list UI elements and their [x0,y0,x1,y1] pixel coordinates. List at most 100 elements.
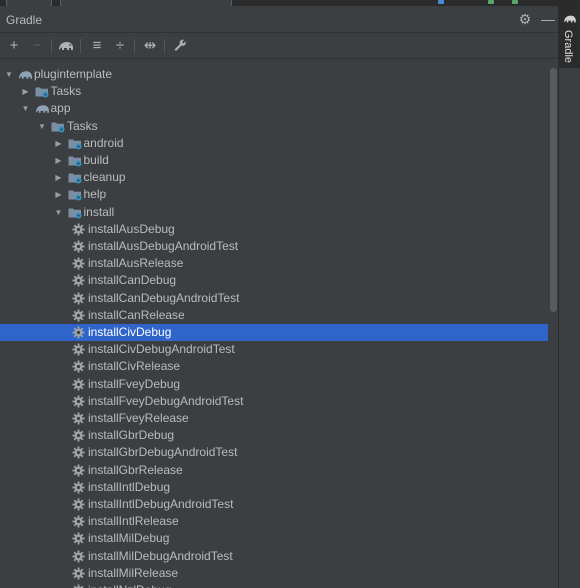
task-gear-icon [72,548,88,565]
expanded-arrow-icon[interactable]: ▼ [4,66,14,83]
tree-node-label: installCivDebugAndroidTest [88,342,235,357]
task-gear-icon [72,565,88,582]
task-item[interactable]: installCivDebugAndroidTest [0,341,548,358]
gradle-tool-window: Gradle ⚙ — + − ≡ ÷ ⇹ ▼ plugintemplate ▶ Tas… [0,6,558,588]
gradle-elephant-icon[interactable] [57,37,75,55]
tree-node-app[interactable]: ▼ app [0,100,548,117]
toolbar-separator [51,39,52,53]
tree-node-label: android [83,135,124,150]
side-tab-label: Gradle [562,30,574,64]
task-item-selected[interactable]: installCivDebug [0,324,548,341]
tree-node-label: installAusRelease [88,256,184,271]
gear-icon[interactable]: ⚙ [517,11,533,27]
expanded-arrow-icon[interactable]: ▼ [21,100,31,117]
add-project-button[interactable]: + [5,37,23,55]
tree-node-label: installMilDebugAndroidTest [88,548,233,563]
expand-all-button[interactable]: ≡ [88,37,106,55]
task-item[interactable]: installIntlDebug [0,479,548,496]
tree-node-android[interactable]: ▶ android [0,135,548,152]
task-folder-icon [68,135,84,152]
tree-node-label: installAusDebugAndroidTest [88,239,239,253]
task-gear-icon [72,462,88,479]
tree-node-app-tasks[interactable]: ▼ Tasks [0,118,548,135]
task-item[interactable]: installFveyDebug [0,376,548,393]
gradle-toolbar: + − ≡ ÷ ⇹ [0,33,558,59]
tree-node-label: installNzlDebug [88,582,171,588]
task-item[interactable]: installMilRelease [0,565,548,582]
task-gear-icon [72,307,88,324]
task-item[interactable]: installMilDebug [0,530,548,547]
tree-node-label: plugintemplate [34,67,113,81]
tree-node-label: installMilRelease [88,565,179,580]
task-item[interactable]: installGbrDebug [0,427,548,444]
tree-node-label: install [83,204,115,219]
tree-node-label: app [50,101,71,116]
tree-node-tasks[interactable]: ▶ Tasks [0,83,548,100]
tree-node-label: installFveyRelease [88,411,189,425]
collapsed-arrow-icon[interactable]: ▶ [54,152,64,169]
status-dot [512,0,518,4]
task-item[interactable]: installCivRelease [0,358,548,375]
collapsed-arrow-icon[interactable]: ▶ [54,135,64,152]
task-item[interactable]: installIntlDebugAndroidTest [0,496,548,513]
task-gear-icon [72,341,88,358]
tree-node-build[interactable]: ▶ build [0,152,548,169]
task-item[interactable]: installNzlDebug [0,582,548,588]
task-folder-icon [51,118,67,135]
task-gear-icon [72,272,88,289]
task-gear-icon [72,238,88,255]
task-gear-icon [72,513,88,530]
collapsed-arrow-icon[interactable]: ▶ [54,169,64,186]
remove-project-button[interactable]: − [28,37,46,55]
expanded-arrow-icon[interactable]: ▼ [54,204,64,221]
tree-node-plugintemplate[interactable]: ▼ plugintemplate [0,66,548,83]
expanded-arrow-icon[interactable]: ▼ [37,118,47,135]
tree-node-label: installIntlDebug [88,479,171,494]
vertical-scrollbar[interactable] [550,68,557,312]
toggle-offline-button[interactable]: ⇹ [141,37,159,55]
collapsed-arrow-icon[interactable]: ▶ [21,83,31,100]
task-item[interactable]: installCanRelease [0,307,548,324]
task-gear-icon [72,290,88,307]
tool-window-header: Gradle ⚙ — [0,6,558,33]
task-folder-icon [35,83,51,100]
collapse-all-button[interactable]: ÷ [111,37,129,55]
task-gear-icon [72,444,88,461]
tree-node-label: installGbrDebug [88,428,175,443]
gradle-elephant-icon [564,15,576,23]
tree-node-label: installFveyDebugAndroidTest [88,393,244,408]
task-folder-icon [68,152,84,169]
task-folder-icon [68,204,84,221]
tree-node-label: installMilDebug [88,531,170,546]
task-gear-icon [72,496,88,513]
toolbar-separator [80,39,81,53]
tree-node-help[interactable]: ▶ help [0,186,548,203]
task-gear-icon [72,410,88,427]
gradle-side-tab[interactable]: Gradle [559,6,580,68]
tree-node-label: installAusDebug [88,221,175,236]
tree-node-install[interactable]: ▼ install [0,204,548,221]
task-item[interactable]: installIntlRelease [0,513,548,530]
task-item[interactable]: installAusDebugAndroidTest [0,238,548,255]
gradle-project-tree[interactable]: ▼ plugintemplate ▶ Tasks ▼ app ▼ Tasks ▶ android ▶… [0,60,548,588]
tree-node-cleanup[interactable]: ▶ cleanup [0,169,548,186]
task-item[interactable]: installCanDebugAndroidTest [0,290,548,307]
gradle-project-icon [35,100,51,117]
collapsed-arrow-icon[interactable]: ▶ [54,186,64,203]
wrench-icon[interactable] [171,37,189,55]
task-folder-icon [68,169,84,186]
task-item[interactable]: installGbrDebugAndroidTest [0,444,548,461]
task-gear-icon [72,324,88,341]
task-gear-icon [72,582,88,588]
task-item[interactable]: installAusRelease [0,255,548,272]
hide-panel-button[interactable]: — [540,11,556,27]
tree-node-label: installCanRelease [88,307,185,322]
task-item[interactable]: installFveyDebugAndroidTest [0,393,548,410]
task-item[interactable]: installGbrRelease [0,462,548,479]
tree-node-label: installFveyDebug [88,376,181,391]
task-item[interactable]: installMilDebugAndroidTest [0,548,548,565]
task-item[interactable]: installFveyRelease [0,410,548,427]
task-item[interactable]: installAusDebug [0,221,548,238]
tree-node-label: installCanDebug [88,273,177,288]
task-item[interactable]: installCanDebug [0,272,548,289]
